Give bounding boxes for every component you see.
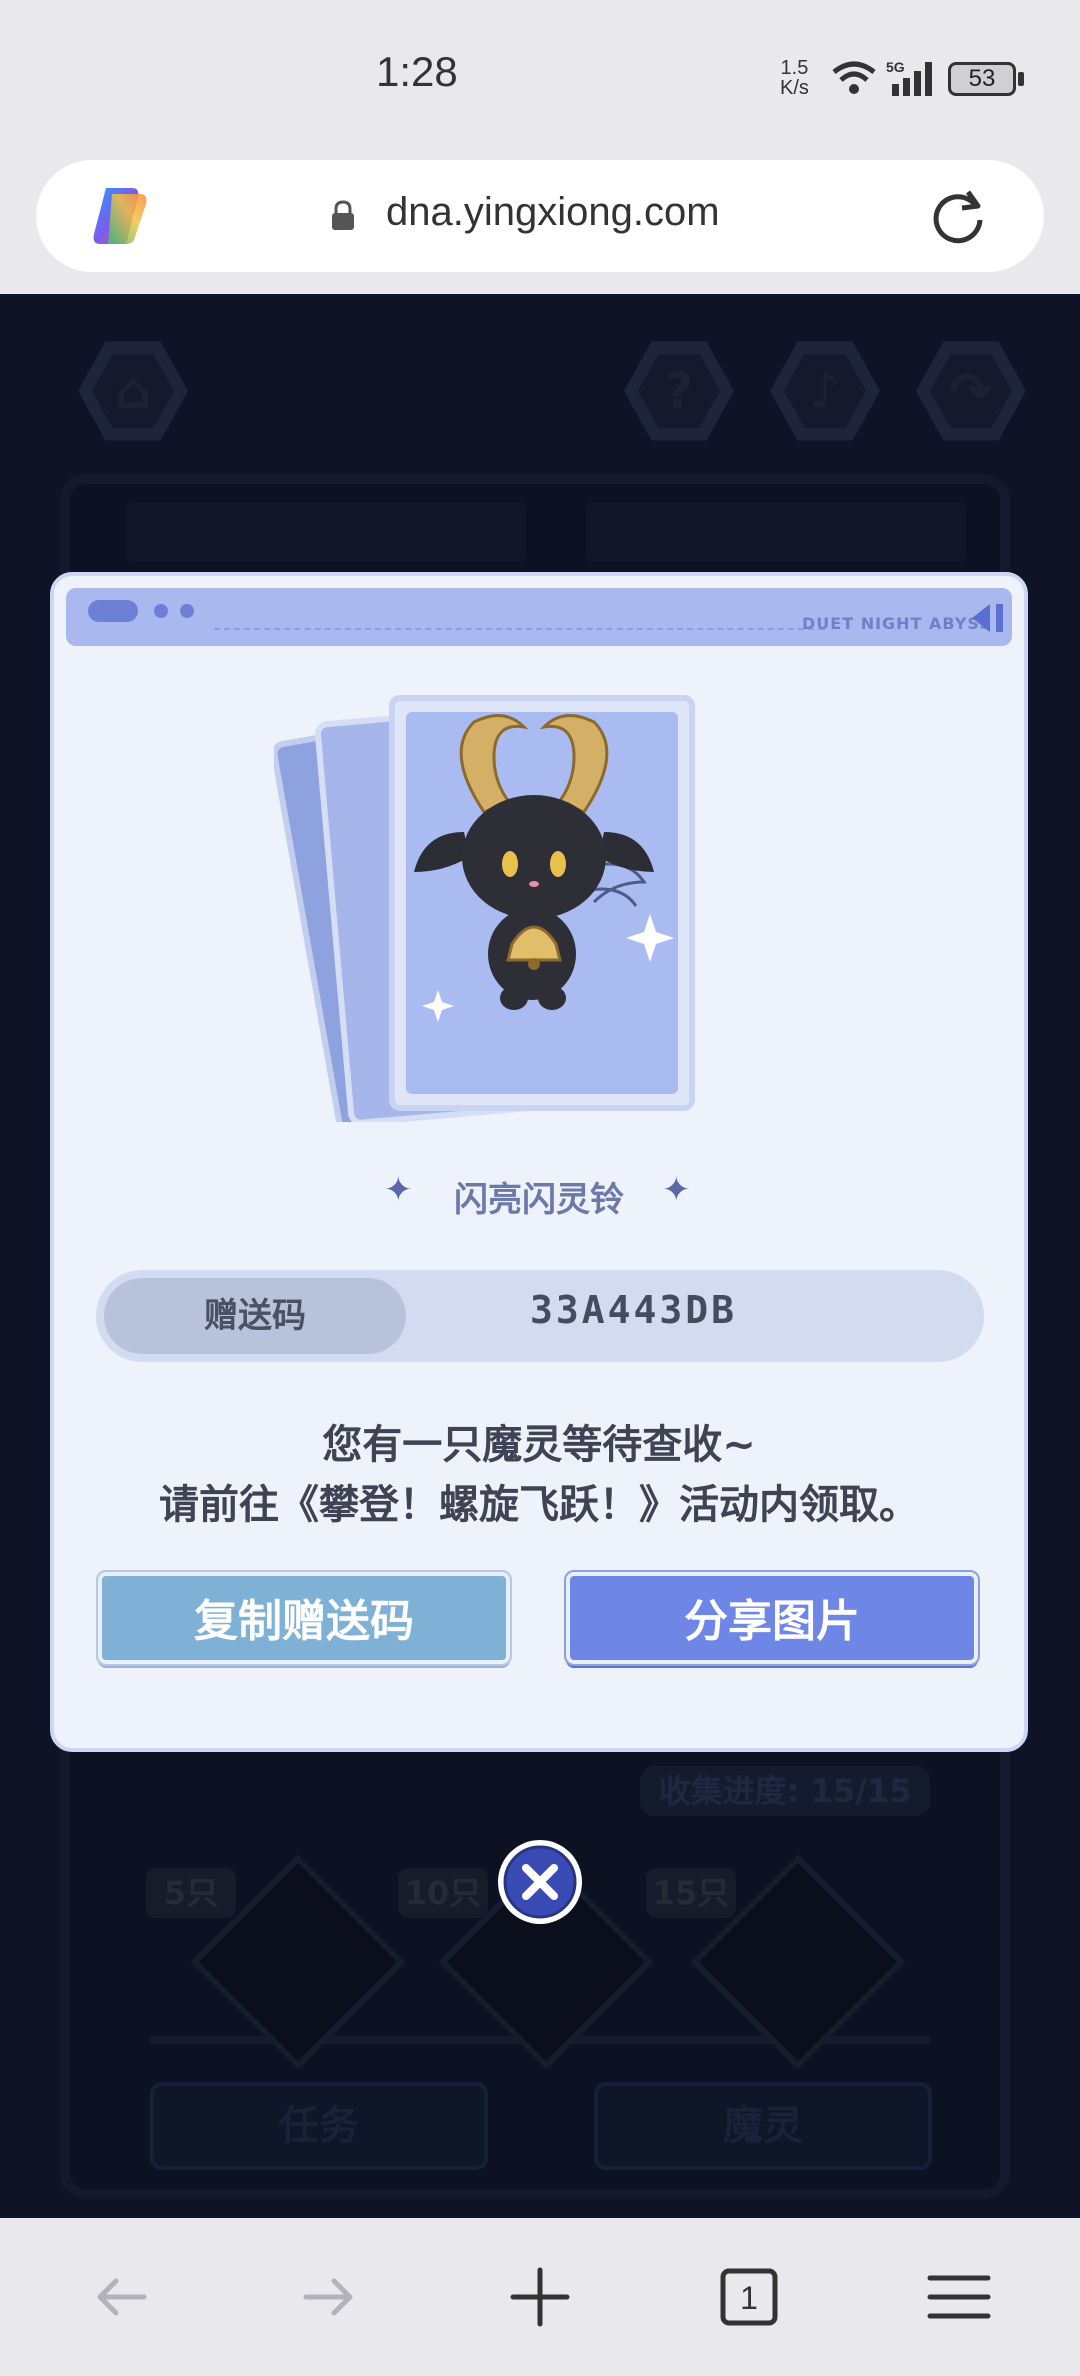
background-card-slot	[586, 502, 966, 562]
close-icon[interactable]	[496, 1838, 584, 1926]
home-icon: ⌂	[92, 354, 174, 428]
tier-badge: 15只	[646, 1868, 736, 1918]
tab-tasks[interactable]: 任务	[150, 2082, 488, 2170]
lock-icon	[332, 200, 354, 230]
message-line-2: 请前往《攀登！螺旋飞跃！》活动内领取。	[159, 1482, 919, 1528]
tab-spirits[interactable]: 魔灵	[594, 2082, 932, 2170]
modal-header-dot	[154, 604, 168, 618]
copilot-icon[interactable]	[86, 184, 154, 248]
modal-header-dot	[180, 604, 194, 618]
sparkle-icon: ✦	[662, 1170, 691, 1210]
cellular-signal-icon: 5G	[886, 59, 932, 96]
modal-header-divider	[214, 628, 824, 630]
reload-icon[interactable]	[928, 186, 988, 246]
music-icon: ♪	[784, 354, 866, 428]
status-time: 1:28	[376, 48, 458, 95]
battery-tip	[1018, 72, 1024, 86]
new-tab-icon[interactable]	[505, 2262, 575, 2332]
gift-code-modal: DUET NIGHT ABYSS ✦ 闪亮闪灵铃 ✦ 赠送码 33A443DB …	[50, 572, 1028, 1752]
message-line-1: 您有一只魔灵等待查收~	[322, 1422, 756, 1468]
item-name: 闪亮闪灵铃	[454, 1180, 624, 1220]
gift-code-label: 赠送码	[104, 1278, 406, 1354]
wifi-icon	[832, 61, 876, 94]
network-speed-value: 1.5	[780, 57, 809, 79]
gift-code-value: 33A443DB	[530, 1288, 738, 1332]
help-icon: ?	[638, 354, 720, 428]
url-text[interactable]: dna.yingxiong.com	[386, 190, 720, 235]
modal-brand-text: DUET NIGHT ABYSS	[802, 614, 992, 633]
tabs-icon[interactable]: 1	[714, 2262, 784, 2332]
collection-progress: 收集进度: 15/15	[640, 1766, 930, 1816]
modal-header-pill	[88, 600, 138, 622]
network-speed: 1.5 K/s	[780, 58, 809, 98]
menu-icon[interactable]	[924, 2262, 994, 2332]
spirit-card-illustration	[274, 695, 695, 1122]
network-speed-unit: K/s	[780, 77, 809, 99]
forward-arrow-icon[interactable]	[294, 2262, 364, 2332]
share-image-button[interactable]: 分享图片	[564, 1570, 980, 1666]
tab-count: 1	[740, 2280, 758, 2316]
copy-gift-code-button[interactable]: 复制赠送码	[96, 1570, 512, 1666]
collapse-icon	[972, 604, 1003, 632]
battery-indicator: 53	[948, 62, 1016, 96]
tier-badge: 5只	[146, 1868, 236, 1918]
network-type-label: 5G	[886, 59, 905, 75]
tier-badge: 10只	[398, 1868, 488, 1918]
share-icon: ↷	[930, 354, 1012, 428]
background-card-slot	[126, 502, 526, 562]
back-arrow-icon[interactable]	[86, 2262, 156, 2332]
